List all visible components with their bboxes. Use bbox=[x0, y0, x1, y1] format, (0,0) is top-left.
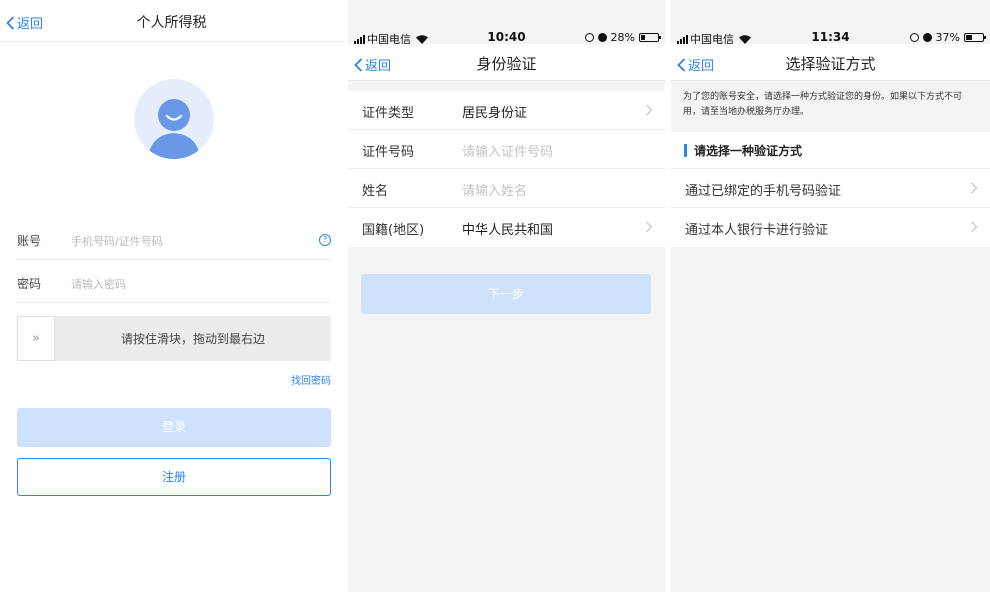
row-label: 国籍(地区) bbox=[362, 223, 425, 238]
nav-bar: 返回 个人所得税 bbox=[0, 0, 343, 42]
nationality-row[interactable]: 国籍(地区) 中华人民共和国 bbox=[348, 208, 665, 247]
avatar bbox=[134, 79, 214, 159]
password-input[interactable]: 请输入密码 bbox=[71, 276, 126, 292]
id-type-select[interactable]: 居民身份证 bbox=[462, 102, 527, 121]
status-right: 28% bbox=[584, 31, 661, 44]
login-button[interactable]: 登录 bbox=[17, 408, 331, 447]
row-label: 证件类型 bbox=[362, 106, 415, 121]
battery-icon bbox=[964, 33, 986, 42]
help-icon[interactable]: ? bbox=[319, 234, 331, 246]
nav-bar: 返回 身份验证 bbox=[348, 44, 665, 81]
option-bankcard-verify[interactable]: 通过本人银行卡进行验证 bbox=[671, 208, 990, 247]
battery-percent: 28% bbox=[610, 31, 635, 44]
name-input[interactable]: 请输入姓名 bbox=[462, 180, 527, 199]
id-type-row[interactable]: 证件类型 居民身份证 bbox=[348, 91, 665, 130]
row-label: 姓名 bbox=[362, 184, 389, 199]
battery-icon bbox=[639, 33, 661, 42]
id-number-input[interactable]: 请输入证件号码 bbox=[462, 141, 553, 160]
section-title: 请选择一种验证方式 bbox=[694, 144, 803, 158]
page-title: 身份验证 bbox=[476, 55, 537, 73]
account-label: 账号 bbox=[17, 234, 42, 248]
login-screen: 返回 个人所得税 账号 手机号码/证件号码 ? 密码 请输入密码 » 请按住滑块… bbox=[0, 0, 343, 592]
option-phone-verify[interactable]: 通过已绑定的手机号码验证 bbox=[671, 169, 990, 208]
account-input[interactable]: 手机号码/证件号码 bbox=[71, 233, 163, 249]
row-label: 证件号码 bbox=[362, 145, 415, 160]
option-label: 通过已绑定的手机号码验证 bbox=[685, 184, 842, 199]
forgot-password-link[interactable]: 找回密码 bbox=[291, 372, 331, 387]
chevron-right-icon bbox=[646, 104, 653, 116]
id-number-row[interactable]: 证件号码 请输入证件号码 bbox=[348, 130, 665, 169]
battery-percent: 37% bbox=[935, 31, 960, 44]
status-right: 37% bbox=[909, 31, 986, 44]
identity-screen: 中国电信 10:40 28% 返回 身份验证 证件类型 居民身份证 证件号码 请… bbox=[348, 0, 665, 592]
security-notice: 为了您的账号安全，请选择一种方式验证您的身份。如果以下方式不可用，请至当地办税服… bbox=[671, 82, 990, 132]
section-header: 请选择一种验证方式 bbox=[671, 132, 990, 169]
next-button[interactable]: 下一步 bbox=[361, 274, 651, 314]
verify-method-screen: 中国电信 11:34 37% 返回 选择验证方式 为了您的账号安全，请选择一种方… bbox=[671, 0, 990, 592]
page-title: 选择验证方式 bbox=[785, 55, 876, 73]
password-row: 密码 请输入密码 bbox=[17, 263, 331, 303]
identity-form: 证件类型 居民身份证 证件号码 请输入证件号码 姓名 请输入姓名 国籍(地区) … bbox=[348, 91, 665, 247]
section-accent-bar bbox=[684, 144, 687, 157]
password-label: 密码 bbox=[17, 277, 42, 291]
page-title: 个人所得税 bbox=[136, 15, 207, 31]
account-row: 账号 手机号码/证件号码 ? bbox=[17, 220, 331, 260]
slider-hint: 请按住滑块，拖动到最右边 bbox=[120, 332, 265, 346]
slider-handle[interactable]: » bbox=[17, 316, 55, 361]
user-avatar-icon bbox=[148, 99, 200, 159]
name-row[interactable]: 姓名 请输入姓名 bbox=[348, 169, 665, 208]
slide-verify: » 请按住滑块，拖动到最右边 bbox=[17, 316, 331, 361]
verify-options: 通过已绑定的手机号码验证 通过本人银行卡进行验证 bbox=[671, 169, 990, 247]
chevron-right-icon bbox=[971, 182, 978, 194]
orientation-lock-icon bbox=[584, 33, 594, 42]
option-label: 通过本人银行卡进行验证 bbox=[685, 223, 829, 238]
nav-bar: 返回 选择验证方式 bbox=[671, 44, 990, 81]
register-button[interactable]: 注册 bbox=[17, 458, 331, 496]
double-chevron-right-icon: » bbox=[32, 331, 40, 346]
chevron-right-icon bbox=[971, 221, 978, 233]
alarm-icon bbox=[597, 33, 607, 42]
orientation-lock-icon bbox=[909, 33, 919, 42]
nationality-select[interactable]: 中华人民共和国 bbox=[462, 219, 553, 238]
chevron-right-icon bbox=[646, 221, 653, 233]
alarm-icon bbox=[922, 33, 932, 42]
